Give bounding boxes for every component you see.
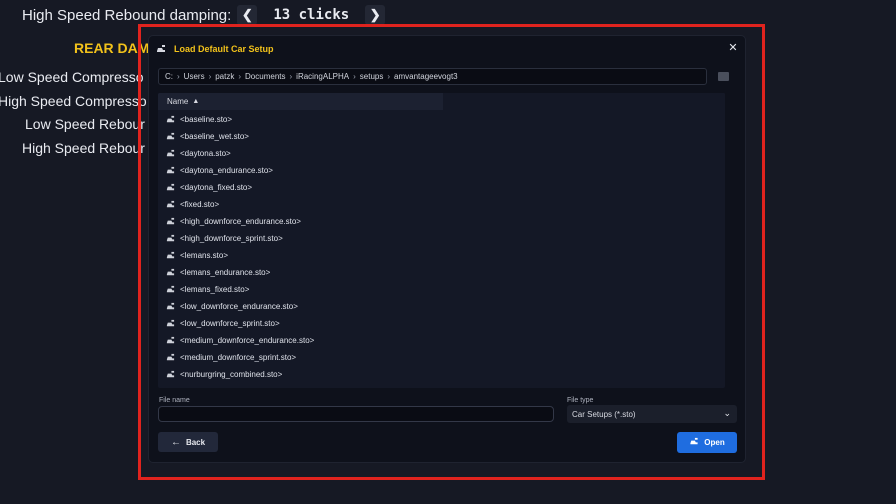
file-list[interactable]: Name ▲ <baseline.sto> <baseline_wet.sto> <… bbox=[158, 93, 725, 388]
file-name-text: <nurburgring_combined.sto> bbox=[180, 370, 283, 379]
breadcrumb-item[interactable]: C: bbox=[165, 72, 173, 81]
back-button[interactable]: ← Back bbox=[158, 432, 218, 452]
file-row[interactable]: <lemans_fixed.sto> bbox=[158, 281, 725, 298]
car-setup-icon bbox=[166, 251, 175, 260]
chevron-right-icon: › bbox=[353, 72, 356, 81]
bg-setting-label: High Speed Compresso bbox=[0, 93, 147, 109]
file-row[interactable]: <lemans_endurance.sto> bbox=[158, 264, 725, 281]
dialog-title: Load Default Car Setup bbox=[174, 44, 274, 54]
file-row[interactable]: <low_downforce_sprint.sto> bbox=[158, 315, 725, 332]
rebound-setting-row: High Speed Rebound damping: ❮ 13 clicks … bbox=[22, 5, 391, 25]
chevron-right-icon: › bbox=[177, 72, 180, 81]
file-row[interactable]: <nurburgring_combined.sto> bbox=[158, 366, 725, 383]
chevron-right-icon: › bbox=[208, 72, 212, 81]
close-icon[interactable]: ✕ bbox=[727, 42, 739, 54]
file-row[interactable]: <high_downforce_sprint.sto> bbox=[158, 230, 725, 247]
car-setup-icon bbox=[166, 285, 175, 294]
car-setup-icon bbox=[166, 336, 175, 345]
file-row[interactable]: <baseline_wet.sto> bbox=[158, 128, 725, 145]
file-name-text: <lemans.sto> bbox=[180, 251, 229, 260]
breadcrumb-item[interactable]: Users bbox=[184, 72, 205, 81]
file-row[interactable]: <daytona_fixed.sto> bbox=[158, 179, 725, 196]
car-setup-icon bbox=[166, 132, 175, 141]
breadcrumb[interactable]: C: › Users › patzk › Documents › iRacingALPH… bbox=[158, 68, 707, 85]
car-setup-icon bbox=[166, 149, 175, 158]
file-name-input[interactable] bbox=[158, 406, 554, 422]
breadcrumb-item[interactable]: amvantageevogt3 bbox=[394, 72, 458, 81]
breadcrumb-item[interactable]: iRacingALPHA bbox=[296, 72, 349, 81]
file-row[interactable]: <fixed.sto> bbox=[158, 196, 725, 213]
list-header: Name ▲ bbox=[158, 93, 725, 110]
dialog-title-bar: Load Default Car Setup ✕ bbox=[149, 36, 745, 62]
file-name-text: <medium_downforce_endurance.sto> bbox=[180, 336, 315, 345]
car-setup-icon bbox=[166, 217, 175, 226]
file-row[interactable]: <high_downforce_endurance.sto> bbox=[158, 213, 725, 230]
car-setup-icon bbox=[166, 183, 175, 192]
car-setup-icon bbox=[166, 115, 175, 124]
file-row[interactable]: <lemans.sto> bbox=[158, 247, 725, 264]
file-row[interactable]: <medium_downforce_sprint.sto> bbox=[158, 349, 725, 366]
section-title-rear: REAR DAMP bbox=[74, 40, 159, 56]
file-name-text: <high_downforce_sprint.sto> bbox=[180, 234, 283, 243]
file-type-value: Car Setups (*.sto) bbox=[572, 409, 636, 419]
car-setup-icon bbox=[166, 166, 175, 175]
file-row[interactable]: <daytona_endurance.sto> bbox=[158, 162, 725, 179]
car-setup-icon bbox=[166, 370, 175, 379]
file-row[interactable]: <low_downforce_endurance.sto> bbox=[158, 298, 725, 315]
column-header-filler bbox=[444, 93, 725, 110]
load-setup-dialog: Load Default Car Setup ✕ C: › Users › patz… bbox=[149, 36, 745, 462]
car-setup-icon bbox=[166, 353, 175, 362]
breadcrumb-item[interactable]: patzk bbox=[215, 72, 234, 81]
bg-setting-label: Low Speed Compresso bbox=[0, 69, 144, 85]
file-name-text: <medium_downforce_sprint.sto> bbox=[180, 353, 297, 362]
bg-setting-label: High Speed Rebour bbox=[22, 140, 145, 156]
file-type-select[interactable]: Car Setups (*.sto) ⌄ bbox=[567, 405, 737, 423]
sort-ascending-icon: ▲ bbox=[192, 98, 200, 105]
file-row[interactable]: <baseline.sto> bbox=[158, 111, 725, 128]
chevron-right-icon: › bbox=[289, 72, 293, 81]
file-row[interactable]: <medium_downforce_endurance.sto> bbox=[158, 332, 725, 349]
rebound-setting-label: High Speed Rebound damping: bbox=[22, 6, 232, 24]
file-type-label: File type bbox=[567, 397, 594, 404]
car-setup-icon bbox=[166, 268, 175, 277]
new-folder-icon[interactable] bbox=[718, 72, 729, 81]
car-setup-icon bbox=[166, 200, 175, 209]
file-name-text: <daytona_endurance.sto> bbox=[180, 166, 273, 175]
file-row[interactable]: <daytona.sto> bbox=[158, 145, 725, 162]
file-rows: <baseline.sto> <baseline_wet.sto> <daytona… bbox=[158, 110, 725, 383]
file-name-text: <lemans_endurance.sto> bbox=[180, 268, 271, 277]
rebound-value: 13 clicks bbox=[273, 7, 350, 23]
open-button[interactable]: Open bbox=[677, 432, 737, 453]
car-setup-icon bbox=[689, 437, 699, 448]
file-name-text: <lemans_fixed.sto> bbox=[180, 285, 250, 294]
car-setup-icon bbox=[166, 319, 175, 328]
column-header-label: Name bbox=[167, 97, 189, 106]
file-name-text: <daytona_fixed.sto> bbox=[180, 183, 253, 192]
increase-button[interactable]: ❯ bbox=[365, 5, 386, 25]
file-name-label: File name bbox=[159, 397, 190, 404]
arrow-left-icon: ← bbox=[170, 436, 181, 448]
back-button-label: Back bbox=[185, 437, 206, 447]
car-setup-icon bbox=[166, 302, 175, 311]
file-name-text: <baseline.sto> bbox=[180, 115, 233, 124]
file-name-text: <baseline_wet.sto> bbox=[180, 132, 249, 141]
chevron-right-icon: › bbox=[387, 72, 391, 81]
file-name-text: <fixed.sto> bbox=[180, 200, 220, 209]
chevron-right-icon: › bbox=[238, 72, 242, 81]
decrease-button[interactable]: ❮ bbox=[237, 5, 258, 25]
breadcrumb-item[interactable]: Documents bbox=[245, 72, 285, 81]
file-name-text: <low_downforce_endurance.sto> bbox=[180, 302, 298, 311]
file-name-text: <daytona.sto> bbox=[180, 149, 231, 158]
car-setup-icon bbox=[166, 234, 175, 243]
car-setup-icon bbox=[156, 44, 166, 54]
file-name-text: <low_downforce_sprint.sto> bbox=[180, 319, 280, 328]
column-header-name[interactable]: Name ▲ bbox=[158, 93, 444, 110]
bg-setting-label: Low Speed Rebour bbox=[25, 116, 145, 132]
chevron-down-icon: ⌄ bbox=[723, 408, 731, 418]
open-button-label: Open bbox=[704, 438, 725, 447]
breadcrumb-item[interactable]: setups bbox=[360, 72, 384, 81]
file-name-text: <high_downforce_endurance.sto> bbox=[180, 217, 301, 226]
